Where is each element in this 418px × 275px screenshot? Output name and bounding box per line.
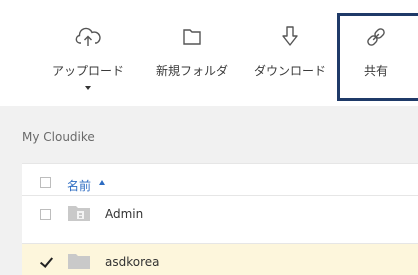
new-folder-label: 新規フォルダ bbox=[155, 64, 228, 78]
upload-label: アップロード bbox=[51, 64, 124, 78]
row-checkbox-checked[interactable] bbox=[40, 257, 51, 268]
table-row-selected[interactable]: asdkorea bbox=[22, 243, 418, 275]
sort-ascending-icon[interactable] bbox=[99, 180, 105, 185]
folder-icon bbox=[183, 29, 201, 45]
toolbar: アップロード 新規フォルダ ダウンロード 共有 bbox=[0, 0, 418, 106]
new-folder-button[interactable]: 新規フォルダ bbox=[146, 0, 238, 106]
upload-button[interactable]: アップロード bbox=[40, 0, 136, 106]
table-row[interactable]: Admin bbox=[22, 195, 418, 227]
table-header: 名前 bbox=[22, 163, 418, 195]
name-column-header[interactable]: 名前 bbox=[67, 177, 91, 194]
file-name[interactable]: asdkorea bbox=[105, 255, 160, 269]
shared-folder-icon bbox=[68, 206, 90, 221]
arrow-down-icon bbox=[282, 26, 298, 46]
chevron-down-icon[interactable] bbox=[85, 86, 91, 90]
cloud-upload-icon bbox=[75, 27, 101, 46]
download-button[interactable]: ダウンロード bbox=[242, 0, 338, 106]
row-spacer bbox=[22, 227, 418, 243]
folder-icon bbox=[68, 254, 90, 269]
row-checkbox[interactable] bbox=[40, 209, 51, 220]
download-label: ダウンロード bbox=[253, 64, 326, 78]
file-name[interactable]: Admin bbox=[105, 207, 143, 221]
breadcrumb[interactable]: My Cloudike bbox=[22, 130, 95, 144]
share-highlight-frame bbox=[337, 13, 418, 101]
select-all-checkbox[interactable] bbox=[40, 177, 51, 188]
